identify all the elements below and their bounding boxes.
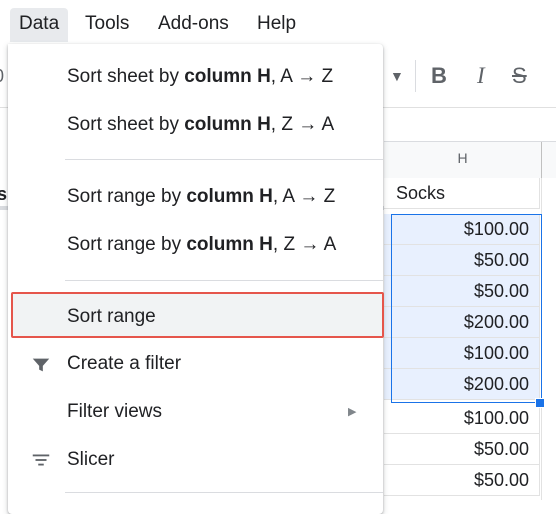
table-cell[interactable]: $50.00 [384,465,540,496]
table-cell[interactable]: $100.00 [384,338,540,369]
menu-help[interactable]: Help [257,10,296,38]
menu-item-sort-sheet-za[interactable]: Sort sheet by column H, Z → A [8,107,383,143]
menu-item-label: Sort sheet by column H, A → Z [67,66,334,87]
bold-button[interactable]: B [431,62,447,90]
menu-item-sort-sheet-az[interactable]: Sort sheet by column H, A → Z [8,59,383,95]
menu-item-label: Slicer [67,449,115,470]
filter-icon [32,358,50,372]
table-cell[interactable]: $200.00 [384,369,540,400]
menu-item-slicer[interactable]: Slicer [8,442,383,478]
menu-item-sort-range-az[interactable]: Sort range by column H, A → Z [8,179,383,215]
italic-button[interactable]: I [477,62,485,90]
menu-item-label: Sort range [67,306,156,327]
table-cell[interactable]: $100.00 [384,403,540,434]
toolbar-divider [415,60,416,92]
column-divider [541,142,542,178]
table-cell[interactable]: $50.00 [384,276,540,307]
menu-divider [65,492,383,493]
menu-divider [65,159,383,160]
strikethrough-button[interactable]: S [512,62,527,90]
table-cell[interactable]: $200.00 [384,307,540,338]
table-cell[interactable]: $50.00 [384,245,540,276]
menu-tools[interactable]: Tools [85,10,129,38]
menu-item-label: Sort range by column H, Z → A [67,234,337,255]
menu-divider [65,280,383,281]
column-header-h[interactable]: H [384,141,556,179]
next-column[interactable] [541,178,556,500]
menu-item-filter-views[interactable]: Filter views ▶ [8,394,383,430]
slicer-icon [32,454,50,466]
font-size-dropdown-icon[interactable]: ▼ [390,68,404,84]
menu-item-create-filter[interactable]: Create a filter [8,346,383,382]
menu-item-label: Sort sheet by column H, Z → A [67,114,335,135]
menu-item-label: Filter views [67,401,163,422]
cell-header-socks[interactable]: Socks [384,178,540,209]
menu-item-label: Sort range by column H, A → Z [67,186,336,207]
fill-handle[interactable] [535,398,545,408]
toolbar-fragment: 0 [0,66,4,87]
menu-add-ons[interactable]: Add-ons [158,10,229,38]
menu-item-label: Create a filter [67,353,182,374]
submenu-arrow-icon: ▶ [348,406,357,418]
menu-data[interactable]: Data [10,8,69,42]
menu-item-sort-range[interactable]: Sort range [8,299,383,335]
menu-item-sort-range-za[interactable]: Sort range by column H, Z → A [8,227,383,263]
column-label: H [457,150,468,166]
cell-fragment: s [0,184,8,204]
sheet-grid[interactable]: Socks $100.00 $50.00 $50.00 $200.00 $100… [384,178,556,500]
table-cell[interactable]: $100.00 [384,214,540,245]
data-menu-dropdown: Sort sheet by column H, A → Z Sort sheet… [8,44,384,514]
table-cell[interactable]: $50.00 [384,434,540,465]
menu-bar: Data Tools Add-ons Help [0,0,556,44]
